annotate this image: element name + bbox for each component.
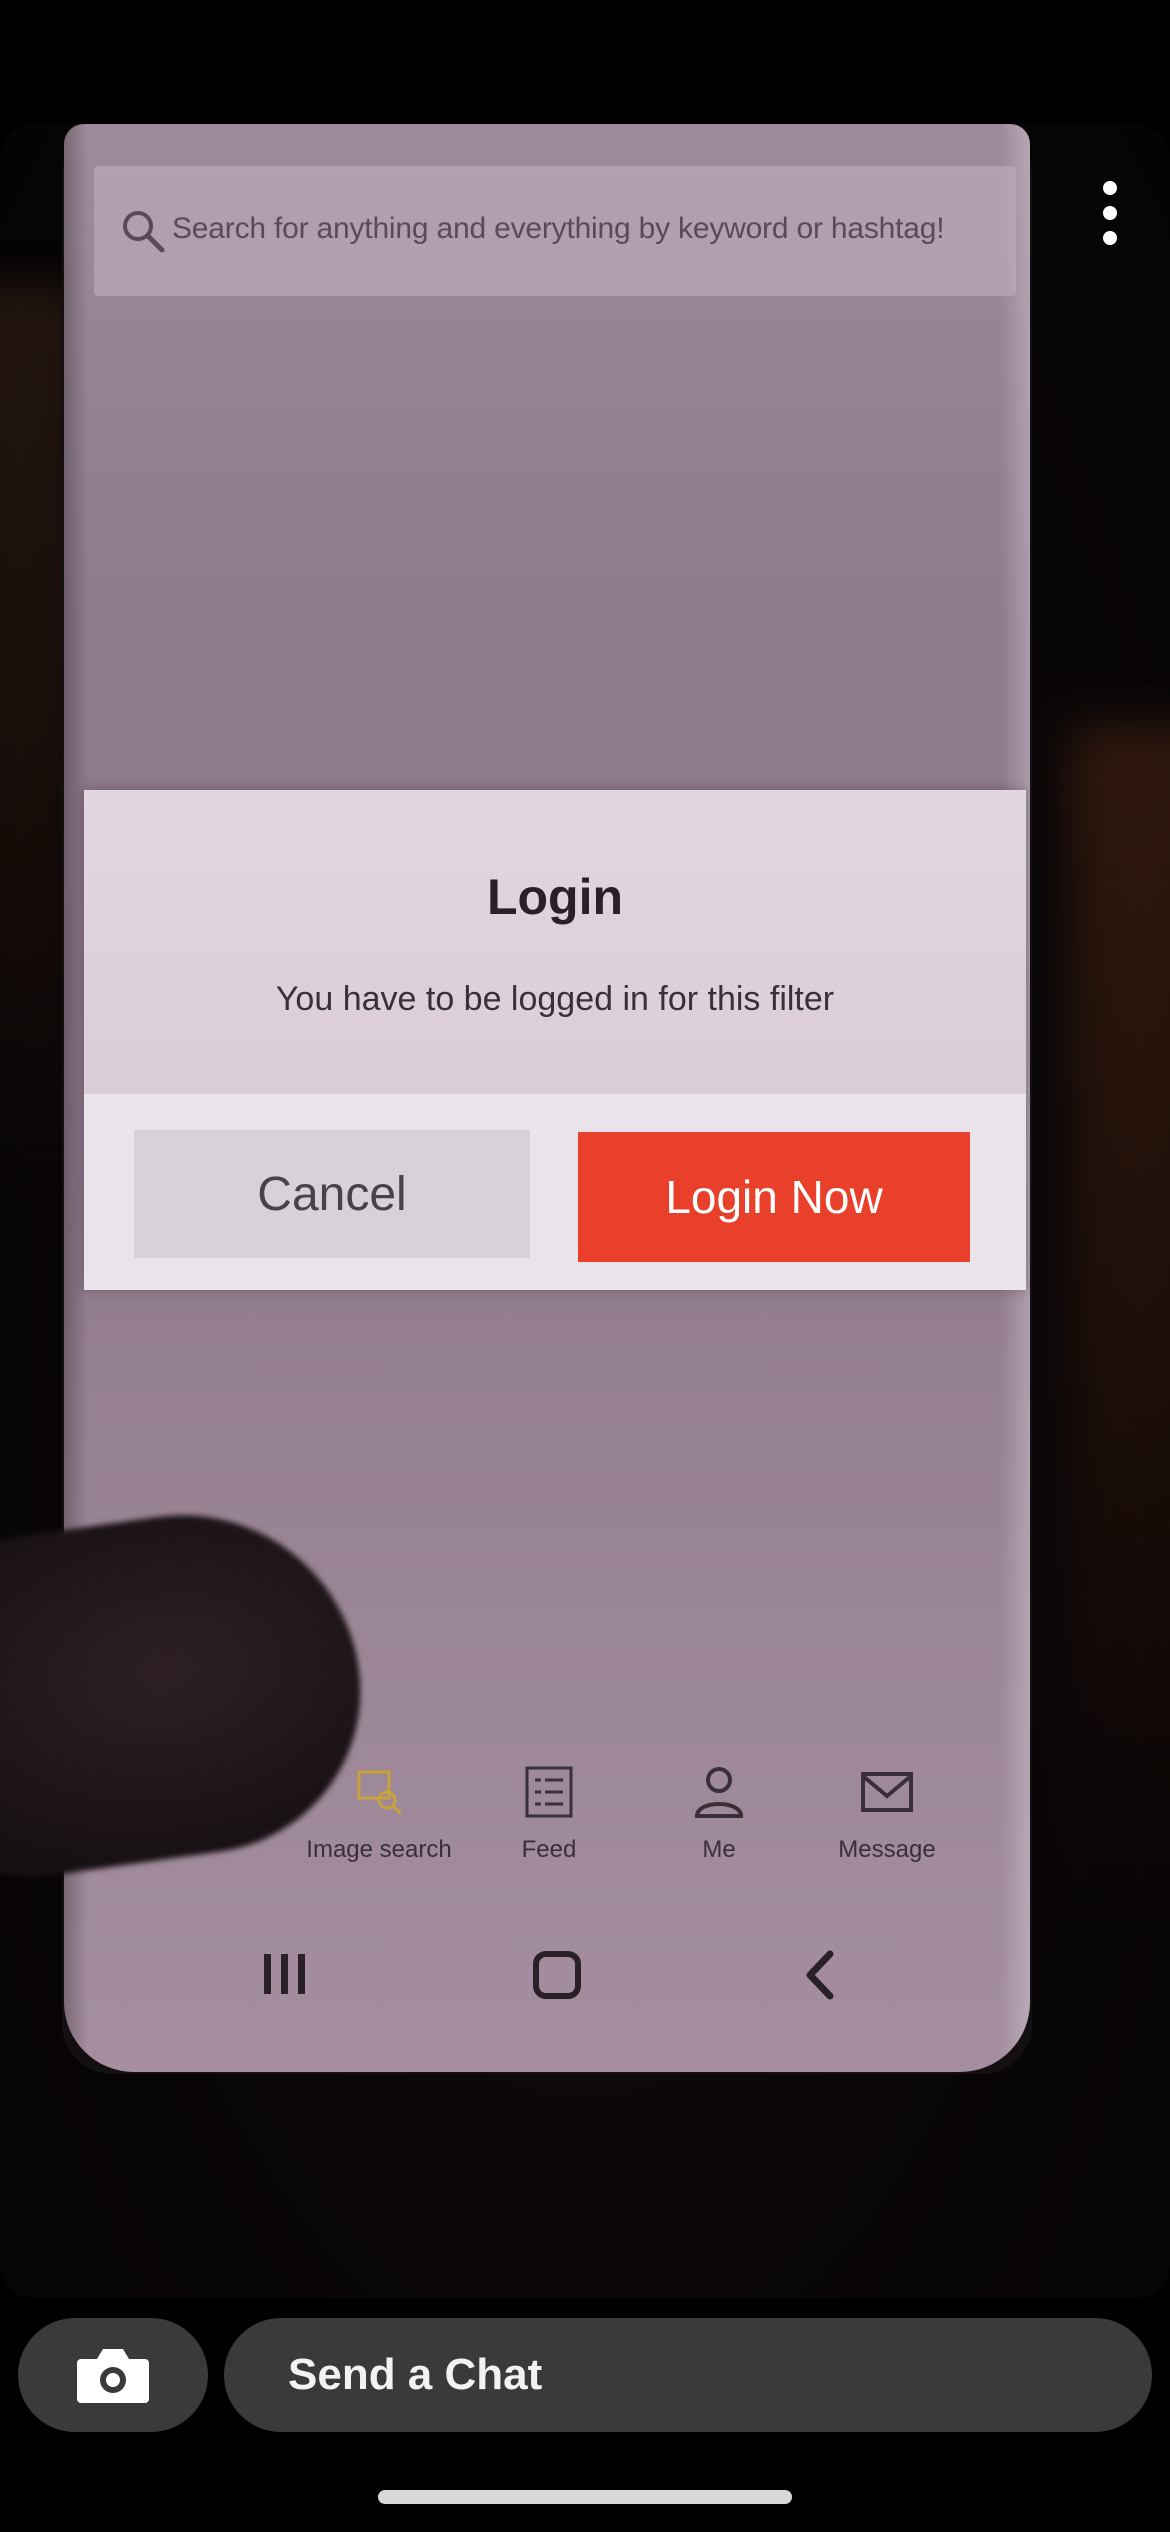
search-icon bbox=[123, 211, 165, 253]
cancel-button[interactable]: Cancel bbox=[134, 1130, 530, 1258]
story-media[interactable]: Search for anything and everything by ke… bbox=[0, 124, 1170, 2298]
home-indicator[interactable] bbox=[378, 2490, 792, 2504]
nav-label: Feed bbox=[521, 1836, 577, 1863]
recents-icon[interactable] bbox=[250, 1940, 320, 2010]
person-icon bbox=[694, 1767, 744, 1818]
background-blur bbox=[1070, 724, 1170, 1924]
search-placeholder: Search for anything and everything by ke… bbox=[172, 212, 945, 245]
more-vertical-icon[interactable] bbox=[1090, 178, 1130, 248]
image-search-icon bbox=[357, 1770, 403, 1816]
nav-item-feed[interactable]: Feed bbox=[464, 1764, 634, 1884]
nav-label: Message bbox=[838, 1836, 936, 1863]
nav-item-me[interactable]: Me bbox=[634, 1764, 804, 1884]
camera-button[interactable] bbox=[18, 2318, 208, 2432]
nav-label: Image search bbox=[306, 1836, 452, 1863]
nav-item-message[interactable]: Message bbox=[802, 1764, 972, 1884]
nav-label: Me bbox=[702, 1836, 736, 1863]
login-dialog: Login You have to be logged in for this … bbox=[84, 790, 1026, 1290]
login-now-button[interactable]: Login Now bbox=[578, 1132, 970, 1262]
android-nav-bar bbox=[64, 1904, 1030, 2044]
snap-story-viewer: Search for anything and everything by ke… bbox=[0, 0, 1170, 2532]
back-icon[interactable] bbox=[786, 1940, 856, 2010]
home-icon[interactable] bbox=[522, 1940, 592, 2010]
dialog-header: Login You have to be logged in for this … bbox=[84, 790, 1026, 1094]
dialog-message: You have to be logged in for this filter bbox=[275, 980, 835, 1018]
mail-icon bbox=[861, 1772, 913, 1812]
chat-placeholder: Send a Chat bbox=[288, 2350, 543, 2399]
send-chat-input[interactable]: Send a Chat bbox=[224, 2318, 1152, 2432]
feed-icon bbox=[525, 1766, 573, 1818]
search-bar[interactable]: Search for anything and everything by ke… bbox=[94, 166, 1016, 296]
camera-icon bbox=[77, 2349, 149, 2403]
dialog-title: Login bbox=[486, 869, 624, 925]
